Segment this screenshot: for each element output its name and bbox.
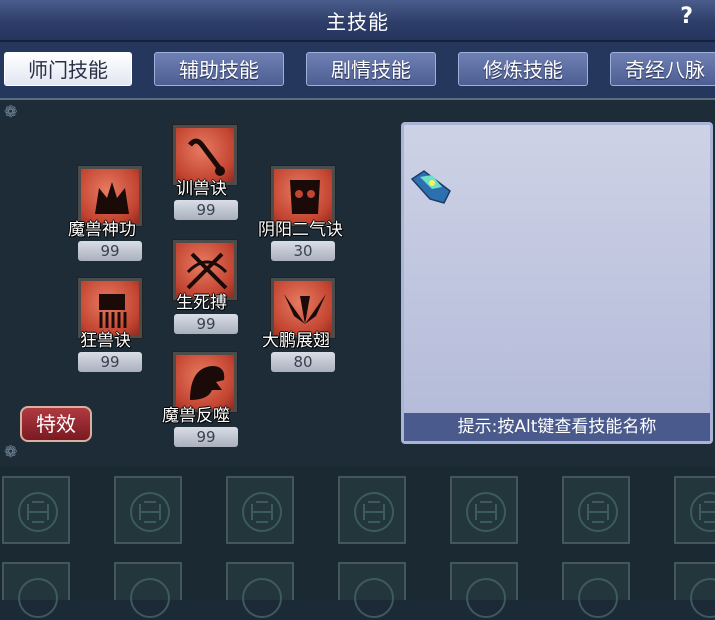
skill-name: 生死搏 (176, 293, 227, 313)
empty-slot-icon (690, 578, 715, 618)
skill-name: 大鹏展翅 (262, 331, 330, 351)
skill-slot[interactable] (114, 562, 182, 618)
skill-level: 99 (174, 314, 238, 334)
skill-name: 狂兽诀 (80, 331, 131, 351)
tab-sect-skills[interactable]: 师门技能 (4, 52, 132, 86)
skill-level: 80 (271, 352, 335, 372)
skill-slot-grid (0, 466, 715, 618)
skill-name: 魔兽神功 (68, 220, 136, 240)
empty-slot-icon (18, 578, 58, 618)
skill-slot[interactable] (674, 476, 715, 544)
skill-level: 99 (78, 241, 142, 261)
empty-slot-icon (242, 492, 282, 532)
empty-slot-icon (690, 492, 715, 532)
empty-slot-icon (130, 578, 170, 618)
skill-slot[interactable] (450, 562, 518, 618)
skill-slot[interactable] (562, 562, 630, 618)
corner-ornament-icon: ❁ (4, 102, 18, 121)
empty-slot-icon (466, 492, 506, 532)
empty-slot-icon (130, 492, 170, 532)
skill-slot[interactable] (226, 562, 294, 618)
corner-ornament-icon: ❁ (4, 442, 18, 461)
skill-slot[interactable] (114, 476, 182, 544)
tab-story-skills[interactable]: 剧情技能 (306, 52, 436, 86)
skill-slot[interactable] (562, 476, 630, 544)
empty-slot-icon (242, 578, 282, 618)
skill-level: 99 (174, 200, 238, 220)
tab-cultivation-skills[interactable]: 修炼技能 (458, 52, 588, 86)
skill-name: 阴阳二气诀 (258, 220, 343, 240)
empty-slot-icon (354, 492, 394, 532)
skill-slot[interactable] (2, 562, 70, 618)
skill-slot[interactable] (338, 476, 406, 544)
skill-slot[interactable] (338, 562, 406, 618)
tab-assist-skills[interactable]: 辅助技能 (154, 52, 284, 86)
tab-meridians[interactable]: 奇经八脉 (610, 52, 715, 86)
help-button[interactable]: ? (680, 4, 693, 29)
empty-slot-icon (354, 578, 394, 618)
window-title: 主技能 (326, 10, 389, 34)
title-bar: 主技能 ? (0, 0, 715, 42)
skill-name: 训兽诀 (176, 179, 227, 199)
empty-slot-icon (466, 578, 506, 618)
skill-slot[interactable] (226, 476, 294, 544)
skill-name: 魔兽反噬 (162, 406, 230, 426)
skill-slot[interactable] (450, 476, 518, 544)
hint-text: 提示:按Alt键查看技能名称 (404, 413, 710, 441)
empty-slot-icon (18, 492, 58, 532)
skill-level: 99 (78, 352, 142, 372)
empty-slot-icon (578, 492, 618, 532)
skill-level: 99 (174, 427, 238, 447)
gem-icon (410, 170, 451, 204)
skill-preview-panel: 提示:按Alt键查看技能名称 (401, 122, 713, 444)
skill-level: 30 (271, 241, 335, 261)
empty-slot-icon (578, 578, 618, 618)
skill-slot[interactable] (674, 562, 715, 618)
tab-bar: 师门技能 辅助技能 剧情技能 修炼技能 奇经八脉 (0, 42, 715, 98)
skill-slot[interactable] (2, 476, 70, 544)
effect-button[interactable]: 特效 (20, 406, 92, 442)
